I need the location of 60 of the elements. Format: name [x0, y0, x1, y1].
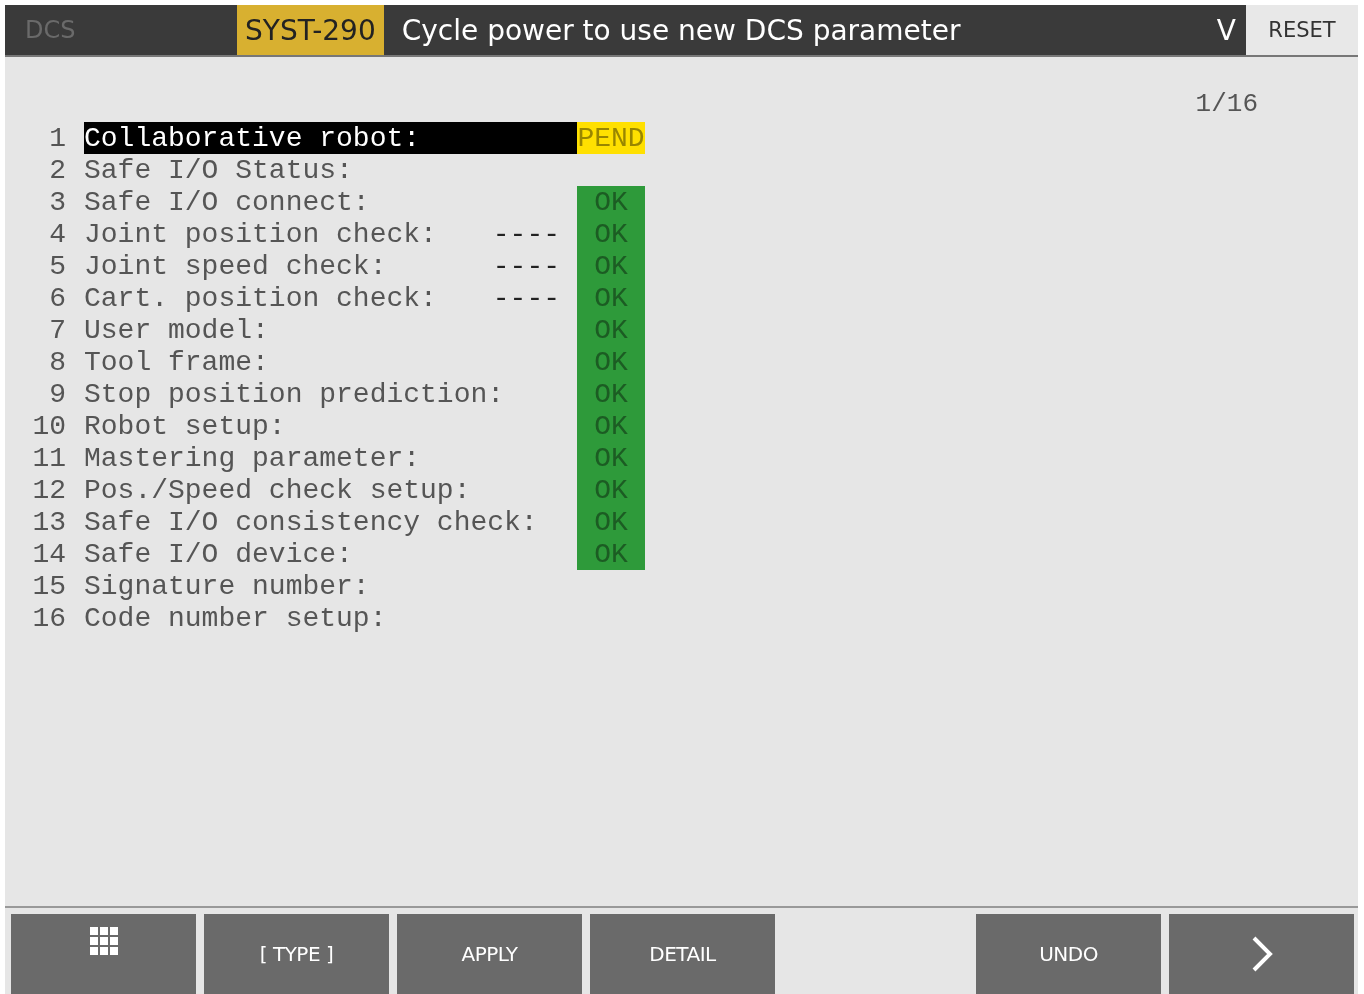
grid-icon [89, 927, 118, 955]
list-item[interactable]: Cart. position check: ---- [84, 282, 577, 314]
list-item[interactable]: Safe I/O connect: [84, 186, 577, 218]
line-number: 5 [48, 250, 66, 282]
line-number: 1 [48, 122, 66, 154]
list-item[interactable]: Signature number: [84, 570, 577, 602]
line-number: 6 [48, 282, 66, 314]
line-number: 11 [31, 442, 66, 474]
list-item[interactable]: Safe I/O Status: [84, 154, 577, 186]
expand-button[interactable]: V [1206, 13, 1246, 47]
status-tag: OK [577, 442, 645, 474]
status-tag: OK [577, 474, 645, 506]
status-tag: OK [577, 218, 645, 250]
line-number: 15 [31, 570, 66, 602]
list-item[interactable]: Code number setup: [84, 602, 577, 634]
status-tag: OK [577, 538, 645, 570]
status-tag: OK [577, 314, 645, 346]
list-item[interactable]: User model: [84, 314, 577, 346]
status-tag: PEND [577, 122, 645, 154]
function-key[interactable]: APPLY [397, 914, 582, 994]
selected-item[interactable]: Collaborative robot: [84, 122, 577, 154]
chevron-right-icon [1250, 936, 1273, 972]
alarm-code: SYST-290 [237, 5, 384, 55]
line-number: 16 [31, 602, 66, 634]
status-tag: OK [577, 378, 645, 410]
dash-placeholder: ---- [492, 250, 560, 282]
dash-placeholder: ---- [492, 282, 560, 314]
line-number: 12 [31, 474, 66, 506]
status-tag: OK [577, 250, 645, 282]
line-number: 7 [48, 314, 66, 346]
line-number: 2 [48, 154, 66, 186]
line-number: 8 [48, 346, 66, 378]
dash-placeholder: ---- [492, 218, 560, 250]
list-item[interactable]: Joint speed check: ---- [84, 250, 577, 282]
list-item[interactable]: Stop position prediction: [84, 378, 577, 410]
line-number: 9 [48, 378, 66, 410]
list-item[interactable]: Robot setup: [84, 410, 577, 442]
line-number: 13 [31, 506, 66, 538]
status-tag: OK [577, 410, 645, 442]
list-item[interactable]: Safe I/O device: [84, 538, 577, 570]
list-item[interactable]: Joint position check: ---- [84, 218, 577, 250]
status-tag: OK [577, 506, 645, 538]
reset-button[interactable]: RESET [1246, 5, 1358, 55]
function-key[interactable]: [ TYPE ] [204, 914, 389, 994]
list-item[interactable]: Safe I/O consistency check: [84, 506, 577, 538]
status-tag: OK [577, 282, 645, 314]
status-tag: OK [577, 186, 645, 218]
list-item[interactable]: Tool frame: [84, 346, 577, 378]
status-tag: OK [577, 346, 645, 378]
line-number: 3 [48, 186, 66, 218]
list-item[interactable]: Pos./Speed check setup: [84, 474, 577, 506]
menu-key[interactable] [11, 914, 196, 994]
list-item[interactable]: Mastering parameter: [84, 442, 577, 474]
line-number: 10 [31, 410, 66, 442]
line-number: 4 [48, 218, 66, 250]
line-number: 14 [31, 538, 66, 570]
function-key[interactable]: DETAIL [590, 914, 775, 994]
alarm-message: Cycle power to use new DCS parameter [401, 13, 962, 47]
function-key[interactable]: UNDO [976, 914, 1161, 994]
page-indicator: 1/16 [1195, 89, 1258, 119]
